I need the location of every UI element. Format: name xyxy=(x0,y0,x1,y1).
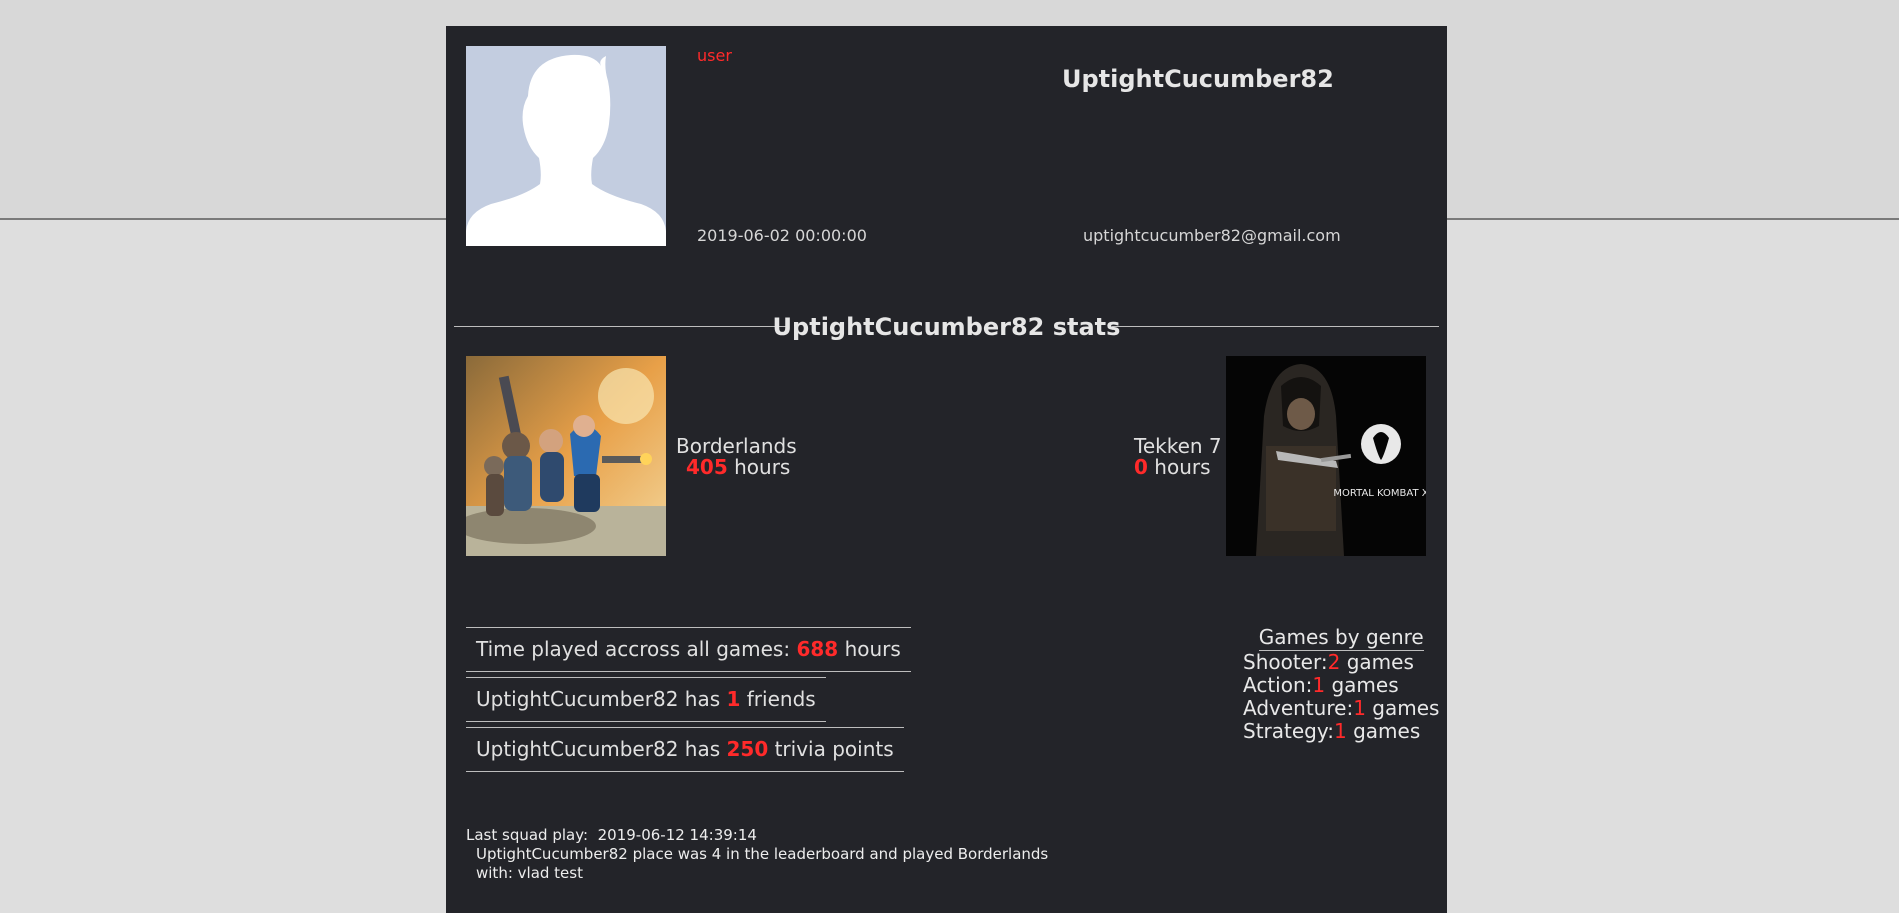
genre-unit: games xyxy=(1346,650,1414,674)
genre-count: 1 xyxy=(1353,696,1366,720)
avatar xyxy=(466,46,666,246)
genre-item-strategy: Strategy:1 games xyxy=(1243,720,1439,743)
stats-title: UptightCucumber82 stats xyxy=(772,313,1121,341)
friends-unit: friends xyxy=(746,687,816,711)
game-name: Borderlands xyxy=(676,434,797,458)
genre-name: Action: xyxy=(1243,673,1313,697)
genre-item-action: Action:1 games xyxy=(1243,674,1439,697)
default-avatar-icon xyxy=(466,46,666,246)
profile-username: UptightCucumber82 xyxy=(1062,65,1334,93)
squad-summary: UptightCucumber82 place was 4 in the lea… xyxy=(476,845,1049,863)
mortal-kombat-cover-image: MORTAL KOMBAT X xyxy=(1226,356,1426,556)
user-role: user xyxy=(697,46,732,65)
game-name: Tekken 7 xyxy=(1134,434,1222,458)
game-hours-label: hours xyxy=(1154,455,1211,479)
genre-name: Shooter: xyxy=(1243,650,1328,674)
trivia-stat: UptightCucumber82 has 250 trivia points xyxy=(466,727,904,772)
squad-label: Last squad play: xyxy=(466,826,589,844)
cover-title-text: MORTAL KOMBAT X xyxy=(1333,488,1426,499)
trivia-label: UptightCucumber82 has xyxy=(476,737,721,761)
game-borderlands-info: Borderlands 405 hours xyxy=(676,436,797,478)
time-played-value: 688 xyxy=(796,637,839,661)
genres-title-text: Games by genre xyxy=(1258,625,1424,651)
heading-divider-right xyxy=(1112,326,1439,327)
profile-card: user UptightCucumber82 2019-06-02 00:00:… xyxy=(446,26,1447,913)
genre-unit: games xyxy=(1331,673,1399,697)
squad-participants: with: vlad test xyxy=(476,864,583,882)
genres-title: Games by genre xyxy=(1243,625,1439,651)
genre-item-shooter: Shooter:2 games xyxy=(1243,651,1439,674)
genre-name: Strategy: xyxy=(1243,719,1334,743)
game-hours-value: 405 xyxy=(686,455,728,479)
trivia-value: 250 xyxy=(726,737,769,761)
genre-count: 1 xyxy=(1333,719,1347,743)
friends-label: UptightCucumber82 has xyxy=(476,687,721,711)
squad-line-1: Last squad play: 2019-06-12 14:39:14 xyxy=(466,826,1048,845)
time-played-unit: hours xyxy=(844,637,901,661)
genre-count: 2 xyxy=(1327,650,1341,674)
profile-email: uptightcucumber82@gmail.com xyxy=(1083,226,1341,245)
time-played-stat: Time played accross all games: 688 hours xyxy=(466,627,911,672)
borderlands-cover-image xyxy=(466,356,666,556)
trivia-unit: trivia points xyxy=(774,737,894,761)
friends-value: 1 xyxy=(726,687,741,711)
game-hours: 405 hours xyxy=(676,457,797,478)
game-hours-value: 0 xyxy=(1134,455,1148,479)
stats-heading: UptightCucumber82 stats xyxy=(454,306,1439,346)
game-hours-label: hours xyxy=(734,455,791,479)
joined-date: 2019-06-02 00:00:00 xyxy=(697,226,867,245)
genre-unit: games xyxy=(1353,719,1421,743)
genre-name: Adventure: xyxy=(1243,696,1354,720)
time-played-label: Time played accross all games: xyxy=(476,637,791,661)
game-hours: 0 hours xyxy=(1134,457,1222,478)
genre-count: 1 xyxy=(1312,673,1326,697)
genre-unit: games xyxy=(1372,696,1440,720)
last-squad-play: Last squad play: 2019-06-12 14:39:14 Upt… xyxy=(466,826,1048,883)
genre-item-adventure: Adventure:1 games xyxy=(1243,697,1439,720)
game-tekken-info: Tekken 7 0 hours xyxy=(1134,436,1222,478)
squad-datetime: 2019-06-12 14:39:14 xyxy=(597,826,757,844)
friends-stat: UptightCucumber82 has 1 friends xyxy=(466,677,826,722)
genres-panel: Games by genre Shooter:2 games Action:1 … xyxy=(1243,625,1439,743)
